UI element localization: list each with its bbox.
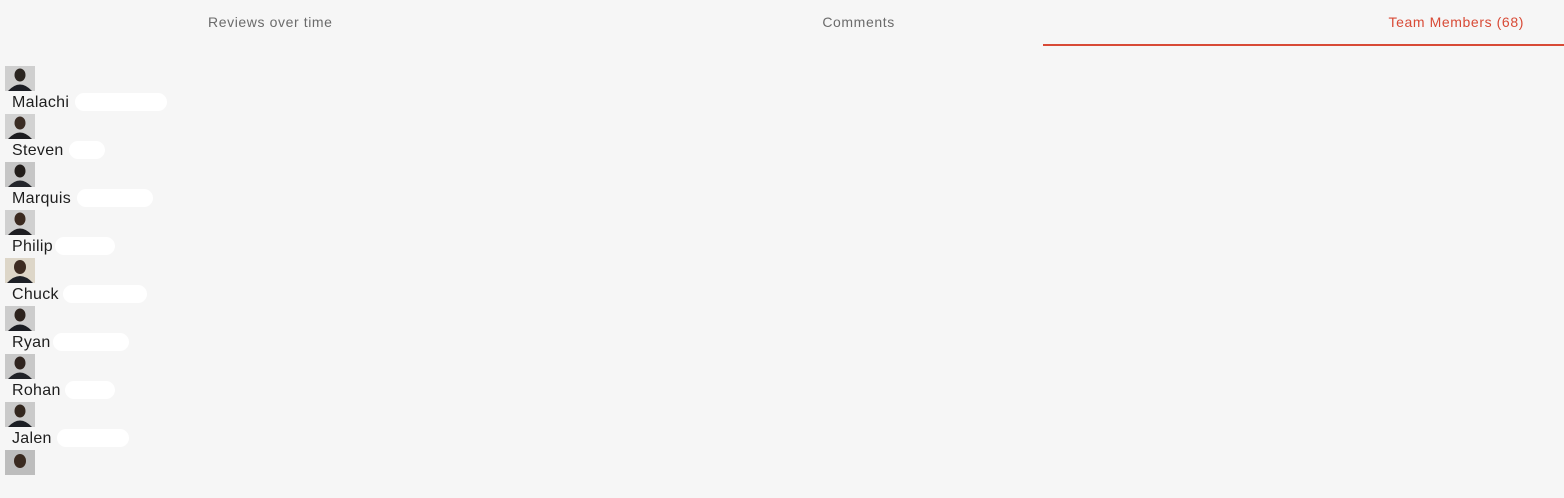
team-member-item[interactable]: Ryan (5, 306, 265, 354)
tab-comments[interactable]: Comments (521, 0, 1042, 46)
redacted-surname (65, 381, 115, 399)
member-name: Philip (12, 238, 53, 255)
redacted-surname (77, 189, 153, 207)
redacted-surname (55, 237, 115, 255)
member-name: Steven (12, 142, 64, 159)
team-member-item[interactable]: Philip (5, 210, 265, 258)
person-avatar-icon (5, 306, 35, 331)
member-name: Ryan (12, 334, 51, 351)
redacted-surname (63, 285, 147, 303)
person-avatar-icon (5, 66, 35, 91)
tab-label: Team Members (68) (1388, 14, 1524, 30)
tab-reviews-over-time[interactable]: Reviews over time (0, 0, 521, 46)
person-avatar-icon (5, 114, 35, 139)
tab-label: Comments (822, 14, 895, 30)
team-member-item[interactable]: Steven (5, 114, 265, 162)
member-name: Jalen (12, 430, 52, 447)
team-member-item[interactable] (5, 450, 265, 498)
person-avatar-icon (5, 162, 35, 187)
redacted-surname (69, 141, 105, 159)
member-name: Marquis (12, 190, 72, 207)
team-member-item[interactable]: Chuck (5, 258, 265, 306)
person-avatar-icon (5, 354, 35, 379)
team-member-item[interactable]: Rohan (5, 354, 265, 402)
person-avatar-icon (5, 450, 35, 475)
tab-bar: Reviews over time Comments Team Members … (0, 0, 1564, 46)
tab-label: Reviews over time (208, 14, 333, 30)
person-avatar-icon (5, 258, 35, 283)
team-member-list: Malachi Steven Marquis Philip Chuck Ryan (5, 66, 265, 498)
member-name: Chuck (12, 286, 59, 303)
redacted-surname (75, 93, 167, 111)
team-member-item[interactable]: Malachi (5, 66, 265, 114)
person-avatar-icon (5, 402, 35, 427)
tab-team-members[interactable]: Team Members (68) (1042, 0, 1564, 46)
team-member-item[interactable]: Marquis (5, 162, 265, 210)
person-avatar-icon (5, 210, 35, 235)
member-name: Rohan (12, 382, 61, 399)
redacted-surname (53, 333, 129, 351)
member-name: Malachi (12, 94, 70, 111)
team-member-item[interactable]: Jalen (5, 402, 265, 450)
redacted-surname (57, 429, 129, 447)
